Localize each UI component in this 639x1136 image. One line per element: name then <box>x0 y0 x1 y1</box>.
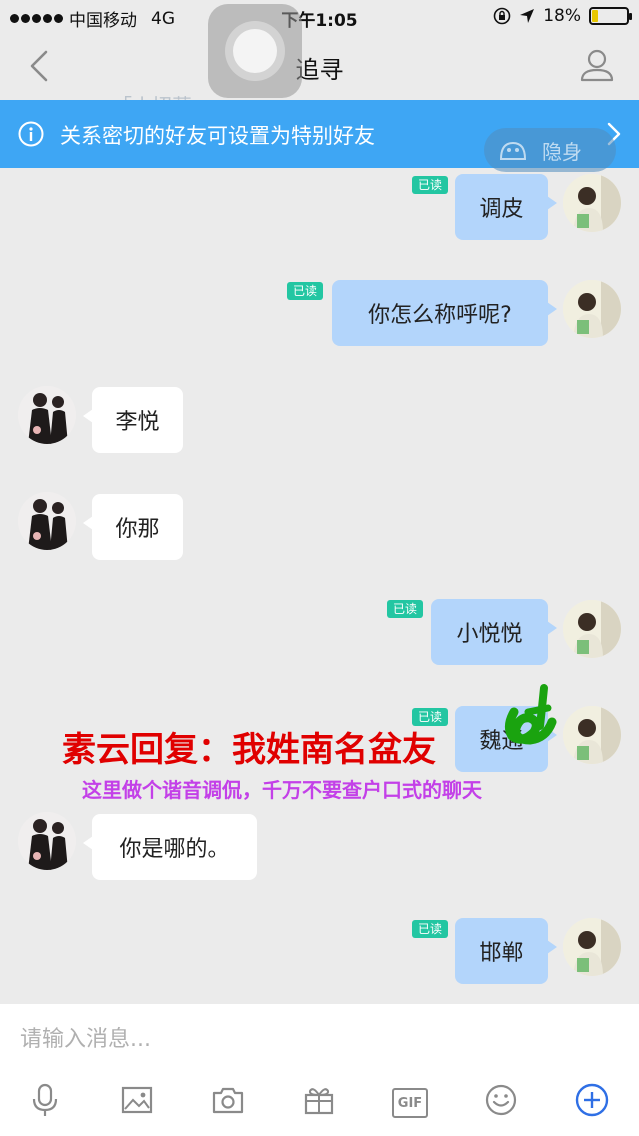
stealth-label: 隐身 <box>542 139 582 164</box>
message-bubble[interactable]: 李悦 <box>83 387 183 453</box>
message-bubble[interactable]: 小悦悦 <box>431 599 557 665</box>
message-bubble[interactable]: 你那 <box>83 494 183 560</box>
stealth-button[interactable]: 隐身 <box>484 128 616 172</box>
status-bar: 中国移动 4G 下午1:05 18% <box>0 0 639 34</box>
gif-icon[interactable]: GIF <box>392 1088 428 1118</box>
avatar[interactable] <box>18 812 76 870</box>
profile-button[interactable] <box>577 46 617 86</box>
read-receipt-badge: 已读 <box>411 920 448 938</box>
green-scribble-annotation <box>504 684 557 745</box>
gif-label: GIF <box>397 1095 423 1111</box>
overlay-subline: 这里做个谐音调侃，千万不要查户口式的聊天 <box>82 778 482 802</box>
contact-avatar-image <box>18 492 76 550</box>
navigation-bar: 追寻 <box>0 34 639 98</box>
page-title: 追寻 <box>295 56 344 84</box>
contact-avatar-image <box>18 812 76 870</box>
self-avatar-image <box>563 280 621 338</box>
contact-avatar-image <box>18 386 76 444</box>
overlay-headline: 素云回复：我姓南名盆友 <box>62 730 436 770</box>
battery-level-fill <box>592 10 599 22</box>
input-area: GIF <box>0 1004 639 1136</box>
status-right: 18% <box>493 6 632 26</box>
person-icon <box>580 49 614 82</box>
assistive-touch-button[interactable] <box>208 4 302 98</box>
avatar[interactable] <box>563 174 621 232</box>
ghost-icon <box>499 141 527 160</box>
message-bubble[interactable]: 调皮 <box>455 174 557 240</box>
avatar[interactable] <box>18 492 76 550</box>
gift-icon[interactable] <box>301 1082 337 1118</box>
camera-icon[interactable] <box>210 1082 246 1118</box>
self-avatar-image <box>563 600 621 658</box>
add-icon[interactable] <box>574 1082 610 1118</box>
message-bubble[interactable]: 你怎么称呼呢? <box>332 280 557 346</box>
avatar[interactable] <box>18 386 76 444</box>
self-avatar-image <box>563 918 621 976</box>
message-input[interactable] <box>20 1014 620 1064</box>
assistive-touch-ring-inner <box>233 29 277 73</box>
avatar[interactable] <box>563 918 621 976</box>
emoji-icon[interactable] <box>483 1082 519 1118</box>
microphone-icon[interactable] <box>27 1082 63 1118</box>
avatar[interactable] <box>563 600 621 658</box>
read-receipt-badge: 已读 <box>411 176 448 194</box>
image-icon[interactable] <box>119 1082 155 1118</box>
battery-icon <box>589 7 632 25</box>
avatar[interactable] <box>563 280 621 338</box>
orientation-lock-icon <box>493 7 511 25</box>
read-receipt-badge: 已读 <box>286 282 323 300</box>
notice-text: 关系密切的好友可设置为特别好友 <box>60 124 375 148</box>
info-icon <box>18 121 44 147</box>
avatar[interactable] <box>563 706 621 764</box>
self-avatar-image <box>563 174 621 232</box>
location-arrow-icon <box>520 9 535 23</box>
read-receipt-badge: 已读 <box>386 600 423 618</box>
message-bubble[interactable]: 邯郸 <box>455 918 557 984</box>
message-bubble[interactable]: 你是哪的。 <box>83 814 257 880</box>
battery-percent: 18% <box>543 6 581 26</box>
self-avatar-image <box>563 706 621 764</box>
